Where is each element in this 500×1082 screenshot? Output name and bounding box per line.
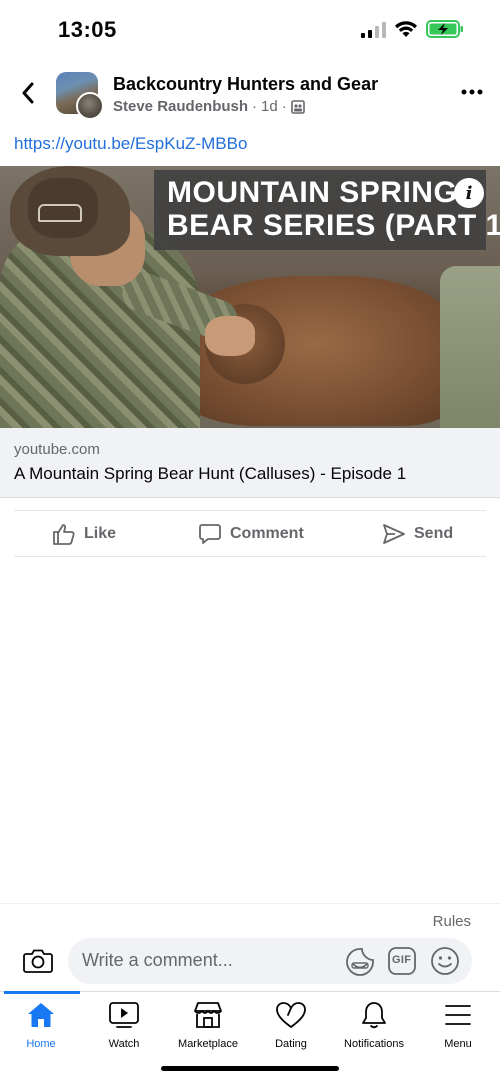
camera-icon bbox=[23, 949, 53, 973]
group-name[interactable]: Backcountry Hunters and Gear bbox=[113, 74, 378, 95]
active-tab-indicator bbox=[4, 991, 80, 994]
tab-menu[interactable]: Menu bbox=[413, 1000, 500, 1050]
link-preview-card[interactable]: youtube.com A Mountain Spring Bear Hunt … bbox=[0, 428, 500, 498]
author-avatar bbox=[76, 92, 104, 120]
post-header: Backcountry Hunters and Gear Steve Raude… bbox=[0, 62, 500, 124]
camera-button[interactable] bbox=[22, 945, 54, 977]
tab-label-marketplace: Marketplace bbox=[178, 1038, 238, 1050]
tab-dating[interactable]: Dating bbox=[246, 1000, 336, 1050]
info-icon[interactable]: i bbox=[454, 178, 484, 208]
bell-icon bbox=[362, 1002, 386, 1029]
wifi-icon bbox=[395, 21, 417, 37]
tab-label-home: Home bbox=[26, 1038, 56, 1050]
hand-image bbox=[205, 316, 255, 356]
tab-label-dating: Dating bbox=[275, 1038, 307, 1050]
tab-label-menu: Menu bbox=[444, 1038, 472, 1050]
battery-icon bbox=[426, 20, 463, 38]
emoji-icon bbox=[431, 947, 459, 975]
send-label: Send bbox=[414, 525, 454, 542]
like-button[interactable]: Like bbox=[52, 522, 116, 546]
comment-label: Comment bbox=[230, 525, 304, 542]
tab-label-watch: Watch bbox=[108, 1038, 140, 1050]
comment-composer: Rules GIF bbox=[0, 903, 500, 991]
author-line: Steve Raudenbush · 1d · bbox=[113, 98, 305, 115]
home-icon bbox=[28, 1003, 54, 1027]
tab-label-notifications: Notifications bbox=[344, 1038, 404, 1050]
status-bar: 13:05 bbox=[0, 0, 500, 60]
comment-bubble-icon bbox=[199, 524, 221, 544]
backpack-image bbox=[440, 266, 500, 428]
gif-button[interactable]: GIF bbox=[388, 947, 416, 975]
send-button[interactable]: Send bbox=[382, 522, 453, 546]
post-actions: Like Comment Send bbox=[14, 510, 486, 557]
cellular-signal-icon bbox=[361, 22, 386, 38]
hunter-cap-image bbox=[10, 166, 130, 256]
rules-link[interactable]: Rules bbox=[433, 913, 471, 930]
tab-marketplace[interactable]: Marketplace bbox=[163, 1000, 253, 1050]
status-time: 13:05 bbox=[58, 17, 117, 42]
comment-box: GIF bbox=[68, 938, 472, 984]
sticker-button[interactable] bbox=[344, 946, 376, 978]
thumbs-up-icon bbox=[53, 524, 75, 545]
group-avatar[interactable] bbox=[56, 72, 104, 120]
tab-notifications[interactable]: Notifications bbox=[329, 1000, 419, 1050]
cap-logo bbox=[38, 204, 82, 222]
post-link[interactable]: https://youtu.be/EspKuZ-MBBo bbox=[14, 134, 247, 154]
author-name[interactable]: Steve Raudenbush bbox=[113, 98, 248, 115]
link-title: A Mountain Spring Bear Hunt (Calluses) -… bbox=[14, 464, 407, 483]
video-title-line1: MOUNTAIN SPRING bbox=[167, 176, 458, 209]
chevron-left-icon bbox=[22, 82, 34, 104]
marketplace-icon bbox=[194, 1002, 222, 1028]
link-domain: youtube.com bbox=[14, 441, 100, 458]
comment-input[interactable] bbox=[82, 950, 332, 971]
separator: · bbox=[252, 98, 258, 115]
gif-label: GIF bbox=[392, 954, 412, 966]
group-privacy-icon bbox=[290, 99, 305, 114]
post-time[interactable]: 1d bbox=[261, 98, 278, 115]
sticker-icon bbox=[346, 948, 374, 976]
home-indicator bbox=[161, 1066, 339, 1071]
video-title-line2: BEAR SERIES (PART 1) bbox=[167, 209, 500, 242]
emoji-button[interactable] bbox=[430, 946, 460, 976]
heart-icon bbox=[276, 1002, 306, 1029]
more-dots-icon bbox=[461, 89, 483, 95]
send-icon bbox=[383, 524, 405, 544]
watch-icon bbox=[109, 1002, 139, 1028]
hamburger-icon bbox=[445, 1005, 471, 1025]
more-options-button[interactable] bbox=[458, 84, 486, 100]
back-button[interactable] bbox=[14, 78, 42, 108]
like-label: Like bbox=[84, 525, 117, 542]
tab-watch[interactable]: Watch bbox=[79, 1000, 169, 1050]
separator-2: · bbox=[281, 98, 287, 115]
tab-home[interactable]: Home bbox=[0, 1000, 86, 1050]
comment-button[interactable]: Comment bbox=[198, 522, 304, 546]
